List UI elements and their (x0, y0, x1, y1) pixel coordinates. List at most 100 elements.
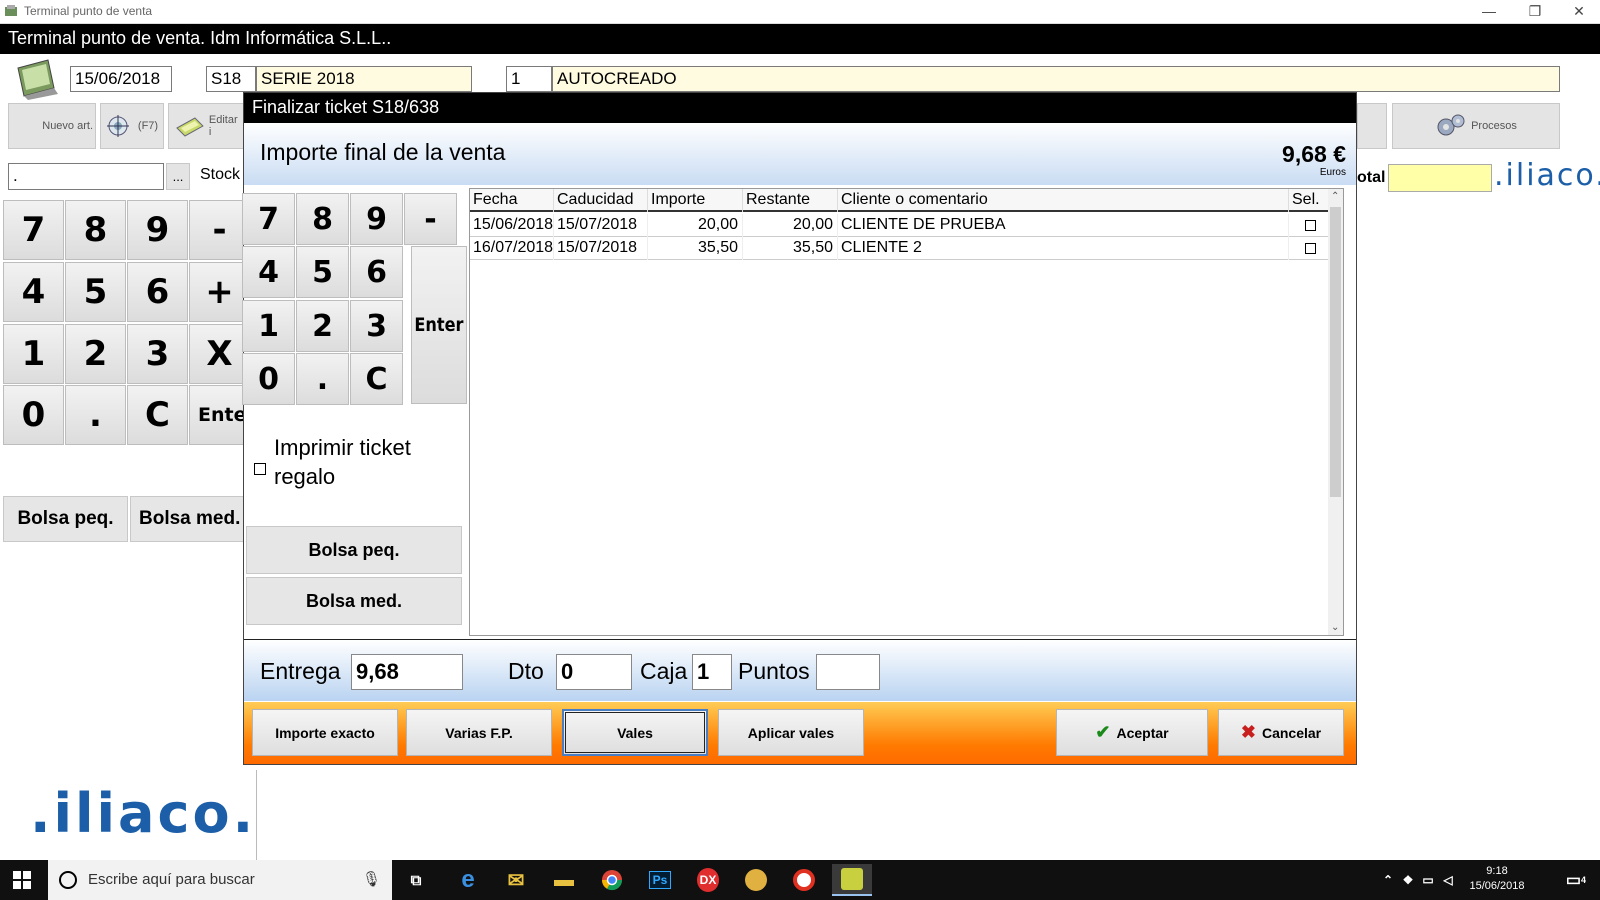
dialog-key-6[interactable]: 6 (350, 246, 403, 298)
dx-icon[interactable]: DX (688, 864, 728, 896)
taskbar-search-placeholder: Escribe aquí para buscar (88, 871, 255, 888)
row-select-checkbox[interactable] (1305, 243, 1316, 254)
dialog-key-1[interactable]: 1 (242, 300, 295, 352)
entrega-input[interactable]: 9,68 (351, 654, 463, 690)
cancelar-button[interactable]: ✖ Cancelar (1218, 709, 1344, 756)
chrome-icon[interactable] (592, 864, 632, 896)
editar-button[interactable]: Editar i (168, 103, 244, 149)
main-key-x[interactable]: X (189, 324, 250, 384)
main-key-1[interactable]: 1 (3, 324, 64, 384)
col-caducidad[interactable]: Caducidad (554, 189, 648, 212)
app-fire-icon[interactable] (784, 864, 824, 896)
volume-muted-icon[interactable]: ◁ (1438, 864, 1458, 896)
cell-caducidad: 15/07/2018 (554, 214, 648, 237)
grid-scrollbar[interactable]: ⌃ ⌄ (1328, 189, 1343, 635)
microphone-icon[interactable]: 🎙 (362, 870, 381, 888)
main-key-minus[interactable]: - (189, 200, 250, 260)
dialog-bolsa-peq-button[interactable]: Bolsa peq. (246, 526, 462, 574)
table-row[interactable]: 15/06/2018 15/07/2018 20,00 20,00 CLIENT… (470, 214, 1330, 237)
main-key-0[interactable]: 0 (3, 385, 64, 445)
main-key-6[interactable]: 6 (127, 262, 188, 322)
caja-input[interactable]: 1 (692, 654, 732, 690)
client-code-field[interactable]: 1 (506, 66, 552, 92)
main-key-dot[interactable]: . (65, 385, 126, 445)
row-select-checkbox[interactable] (1305, 220, 1316, 231)
search-ellipsis-button[interactable]: ... (166, 163, 190, 190)
serie-code-field[interactable]: S18 (206, 66, 256, 92)
dialog-bolsa-med-button[interactable]: Bolsa med. (246, 577, 462, 625)
scroll-thumb[interactable] (1330, 207, 1341, 497)
dialog-key-4[interactable]: 4 (242, 246, 295, 298)
dialog-key-8[interactable]: 8 (296, 193, 349, 245)
tray-chevron-up-icon[interactable]: ⌃ (1378, 864, 1398, 896)
target-icon (106, 115, 129, 137)
date-field[interactable]: 15/06/2018 (70, 66, 172, 92)
main-bolsa-med-button[interactable]: Bolsa med. (130, 496, 248, 542)
col-sel[interactable]: Sel. (1289, 189, 1330, 212)
total-field (1388, 164, 1492, 192)
dialog-key-dot[interactable]: . (296, 353, 349, 405)
notifications-icon[interactable]: ▭ 4 (1556, 864, 1596, 896)
main-key-8[interactable]: 8 (65, 200, 126, 260)
app-globe-icon[interactable] (736, 864, 776, 896)
main-key-9[interactable]: 9 (127, 200, 188, 260)
network-icon[interactable]: ▭ (1418, 864, 1438, 896)
puntos-input[interactable] (816, 654, 880, 690)
dialog-key-7[interactable]: 7 (242, 193, 295, 245)
nuevo-art-button[interactable]: Nuevo art. (8, 103, 96, 149)
file-explorer-icon[interactable]: ▬ (544, 864, 584, 896)
main-key-enter[interactable]: Enter (189, 385, 256, 445)
table-row[interactable]: 16/07/2018 15/07/2018 35,50 35,50 CLIENT… (470, 237, 1330, 260)
dialog-key-5[interactable]: 5 (296, 246, 349, 298)
main-key-plus[interactable]: + (189, 262, 250, 322)
taskbar-clock[interactable]: 9:18 15/06/2018 (1462, 865, 1532, 892)
task-view-icon[interactable]: ⧉ (396, 864, 436, 896)
gift-ticket-checkbox[interactable] (254, 463, 266, 475)
vales-button[interactable]: Vales (562, 709, 708, 756)
windows-start-icon[interactable] (2, 864, 42, 896)
dialog-key-3[interactable]: 3 (350, 300, 403, 352)
aplicar-vales-button[interactable]: Aplicar vales (718, 709, 864, 756)
dialog-key-9[interactable]: 9 (350, 193, 403, 245)
dto-input[interactable]: 0 (556, 654, 632, 690)
importe-exacto-button[interactable]: Importe exacto (252, 709, 398, 756)
hidden-toolbar-button[interactable] (1357, 103, 1387, 149)
taskbar: Escribe aquí para buscar 🎙 ⧉ e ✉ ▬ Ps DX… (0, 860, 1600, 900)
varias-fp-button[interactable]: Varias F.P. (406, 709, 552, 756)
col-cliente[interactable]: Cliente o comentario (838, 189, 1289, 212)
procesos-button[interactable]: Procesos (1392, 103, 1560, 149)
aceptar-button[interactable]: ✔ Aceptar (1056, 709, 1208, 756)
procesos-label: Procesos (1471, 120, 1517, 132)
col-fecha[interactable]: Fecha (470, 189, 554, 212)
main-key-2[interactable]: 2 (65, 324, 126, 384)
minimize-button[interactable]: — (1466, 0, 1512, 24)
mail-folder-icon[interactable]: ✉ (496, 864, 536, 896)
article-search-input[interactable]: . (8, 163, 164, 190)
dropbox-icon[interactable]: ❖ (1398, 864, 1418, 896)
scroll-down-icon[interactable]: ⌄ (1331, 622, 1339, 633)
cell-fecha: 16/07/2018 (470, 237, 554, 260)
dialog-enter-key[interactable]: Enter (411, 246, 467, 404)
dialog-key-c[interactable]: C (350, 353, 403, 405)
main-key-4[interactable]: 4 (3, 262, 64, 322)
scroll-up-icon[interactable]: ⌃ (1331, 191, 1339, 202)
dialog-key-minus[interactable]: - (404, 193, 457, 245)
brand-logo-top: .iliaco. (1494, 158, 1600, 193)
main-key-c[interactable]: C (127, 385, 188, 445)
taskbar-search-box[interactable]: Escribe aquí para buscar 🎙 (48, 860, 392, 900)
main-bolsa-peq-button[interactable]: Bolsa peq. (3, 496, 128, 542)
col-importe[interactable]: Importe (648, 189, 743, 212)
f7-button[interactable]: (F7) (100, 103, 164, 149)
pos-app-taskbar-icon[interactable] (832, 864, 872, 896)
caja-label: Caja (640, 658, 688, 684)
dialog-key-2[interactable]: 2 (296, 300, 349, 352)
close-button[interactable]: ✕ (1556, 0, 1600, 24)
restore-button[interactable]: ❐ (1512, 0, 1558, 24)
main-key-7[interactable]: 7 (3, 200, 64, 260)
dialog-key-0[interactable]: 0 (242, 353, 295, 405)
col-restante[interactable]: Restante (743, 189, 838, 212)
main-key-3[interactable]: 3 (127, 324, 188, 384)
main-key-5[interactable]: 5 (65, 262, 126, 322)
edge-icon[interactable]: e (448, 864, 488, 896)
photoshop-icon[interactable]: Ps (640, 864, 680, 896)
